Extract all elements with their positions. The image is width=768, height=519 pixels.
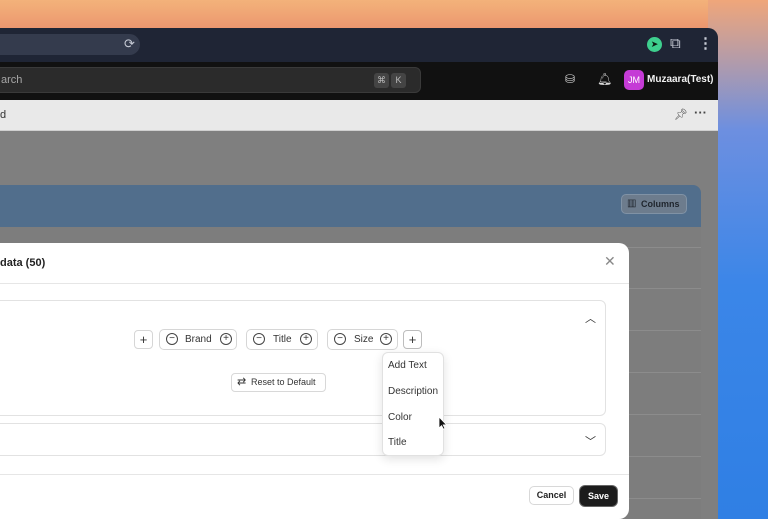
app-topbar: arch ⌘ K ⛁ 🔔︎ JM Muzaara(Test): [0, 62, 718, 100]
field-pill-brand[interactable]: − Brand +: [159, 329, 237, 350]
field-label: Brand: [185, 334, 212, 345]
field-label: Size: [354, 334, 374, 345]
add-circle-icon[interactable]: +: [380, 333, 392, 345]
page-header: d 📌︎ ···: [0, 100, 718, 131]
save-button[interactable]: Save: [580, 486, 617, 506]
mouse-cursor-icon: [438, 416, 448, 430]
command-key: ⌘: [374, 73, 389, 88]
avatar[interactable]: JM: [624, 70, 644, 90]
user-name[interactable]: Muzaara(Test): [647, 74, 714, 85]
chevron-up-icon[interactable]: ︿: [585, 310, 596, 326]
browser-toolbar: ⟳ ➤ ⧉ ⋮: [0, 28, 718, 62]
more-icon[interactable]: ···: [694, 105, 707, 120]
dropdown-item-color[interactable]: Color: [388, 412, 412, 423]
columns-button[interactable]: ▥ Columns: [621, 194, 687, 214]
add-circle-icon[interactable]: +: [220, 333, 232, 345]
k-key: K: [391, 73, 406, 88]
close-icon[interactable]: ✕: [604, 254, 616, 268]
cancel-button[interactable]: Cancel: [529, 486, 574, 505]
remove-circle-icon[interactable]: −: [253, 333, 265, 345]
table-header: ▥ Columns: [0, 185, 701, 227]
reset-to-default-button[interactable]: ⇄ Reset to Default: [231, 373, 326, 392]
page-title: d: [0, 109, 7, 121]
add-field-left-button[interactable]: +: [134, 330, 153, 349]
address-bar[interactable]: [0, 34, 140, 55]
columns-label: Columns: [641, 199, 680, 209]
reset-icon: ⇄: [237, 376, 247, 388]
puzzle-icon[interactable]: ⧉: [670, 35, 681, 52]
database-icon[interactable]: ⛁: [565, 72, 575, 86]
reload-icon[interactable]: ⟳: [124, 37, 135, 51]
dropdown-item-add-text[interactable]: Add Text: [388, 360, 427, 371]
field-pill-size[interactable]: − Size +: [327, 329, 398, 350]
pin-icon[interactable]: 📌︎: [674, 108, 688, 121]
bell-icon[interactable]: 🔔︎: [597, 72, 612, 86]
chevron-down-icon[interactable]: ﹀: [585, 433, 596, 449]
dropdown-item-title[interactable]: Title: [388, 437, 407, 448]
columns-icon: ▥: [627, 198, 637, 209]
search-input[interactable]: arch ⌘ K: [0, 67, 421, 93]
fields-panel: ︿: [0, 300, 606, 416]
cursor-extension-icon[interactable]: ➤: [647, 37, 662, 52]
dropdown-item-description[interactable]: Description: [388, 386, 438, 397]
kebab-icon[interactable]: ⋮: [698, 34, 713, 52]
modal-divider: [0, 283, 629, 284]
remove-circle-icon[interactable]: −: [334, 333, 346, 345]
search-placeholder: arch: [1, 74, 23, 86]
field-label: Title: [273, 334, 292, 345]
reset-label: Reset to Default: [251, 377, 316, 387]
modal-footer-divider: [0, 474, 629, 475]
add-field-dropdown: Add Text Description Color Title: [382, 352, 444, 456]
field-pill-title[interactable]: − Title +: [246, 329, 318, 350]
remove-circle-icon[interactable]: −: [166, 333, 178, 345]
collapsed-panel[interactable]: ﹀: [0, 423, 606, 456]
add-field-right-button[interactable]: +: [403, 330, 422, 349]
modal-title: data (50): [0, 257, 46, 269]
add-circle-icon[interactable]: +: [300, 333, 312, 345]
